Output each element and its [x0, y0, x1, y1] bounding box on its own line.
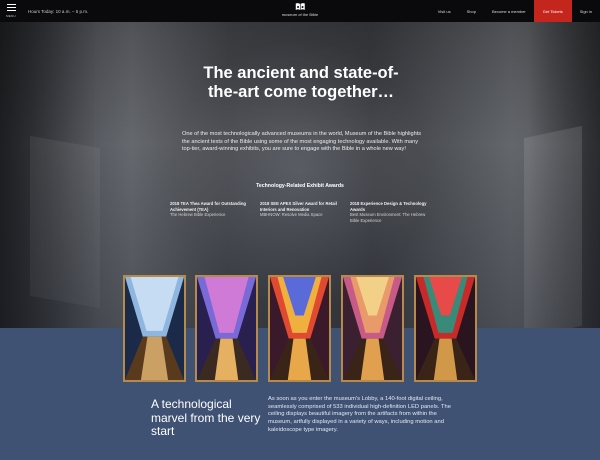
bible-logo-icon [295, 3, 305, 10]
award-item: 2018 SEE APEX Silver Award for Retail In… [260, 201, 344, 218]
ceiling-image-graphic [270, 277, 329, 380]
hamburger-icon [6, 3, 16, 5]
hours-today: Hours Today: 10 a.m. – 5 p.m. [28, 8, 89, 14]
award-name: 2018 TEA Thea Award for Outstanding Achi… [170, 201, 246, 212]
museum-logo[interactable]: museum of the Bible [282, 2, 318, 17]
hamburger-icon-line [6, 10, 16, 12]
award-recipient: Best Museum Environment: The Hebrew Bibl… [350, 212, 426, 223]
hamburger-icon-line [6, 6, 16, 9]
award-name: 2018 Experience Design & Technology Awar… [350, 201, 427, 212]
hero-headline: The ancient and state-of-the-art come to… [203, 64, 399, 101]
get-tickets-button[interactable]: Get Tickets [533, 0, 572, 22]
ceiling-image-graphic [343, 277, 402, 380]
ceiling-image-graphic [125, 277, 184, 380]
logo-name: museum of the Bible [281, 12, 319, 17]
award-recipient: MBHNOW: Resolve Media Space [260, 212, 323, 218]
feature-text: As soon as you enter the museum's Lobby,… [268, 396, 451, 433]
ceiling-image-graphic [416, 277, 475, 380]
ceiling-image-graphic [197, 277, 256, 380]
award-item: 2018 Experience Design & Technology Awar… [350, 201, 434, 223]
ceiling-image-2[interactable] [195, 275, 258, 382]
ceiling-image-3[interactable] [268, 275, 331, 382]
award-recipient: The Hebrew Bible Experience [170, 212, 226, 218]
feature-title: A technological marvel from the very sta… [151, 397, 261, 438]
award-name: 2018 SEE APEX Silver Award for Retail In… [260, 201, 337, 212]
top-navigation-bar: MENU Hours Today: 10 a.m. – 5 p.m. museu… [0, 0, 600, 22]
ceiling-image-1[interactable] [123, 275, 186, 382]
menu-button[interactable]: MENU [0, 0, 22, 22]
ceiling-image-5[interactable] [414, 275, 477, 382]
nav-visit-us[interactable]: Visit us [430, 0, 459, 22]
ceiling-image-4[interactable] [341, 275, 404, 382]
menu-label: MENU [6, 14, 16, 19]
nav-shop[interactable]: Shop [459, 0, 484, 22]
hero-intro-text: One of the most technologically advanced… [182, 131, 422, 153]
award-item: 2018 TEA Thea Award for Outstanding Achi… [170, 201, 254, 218]
nav-sign-in[interactable]: Sign in [572, 0, 600, 22]
header-nav: Visit us Shop Become a member Get Ticket… [430, 0, 600, 22]
nav-become-member[interactable]: Become a member [484, 0, 534, 22]
awards-title: Technology-Related Exhibit Awards [256, 183, 344, 189]
